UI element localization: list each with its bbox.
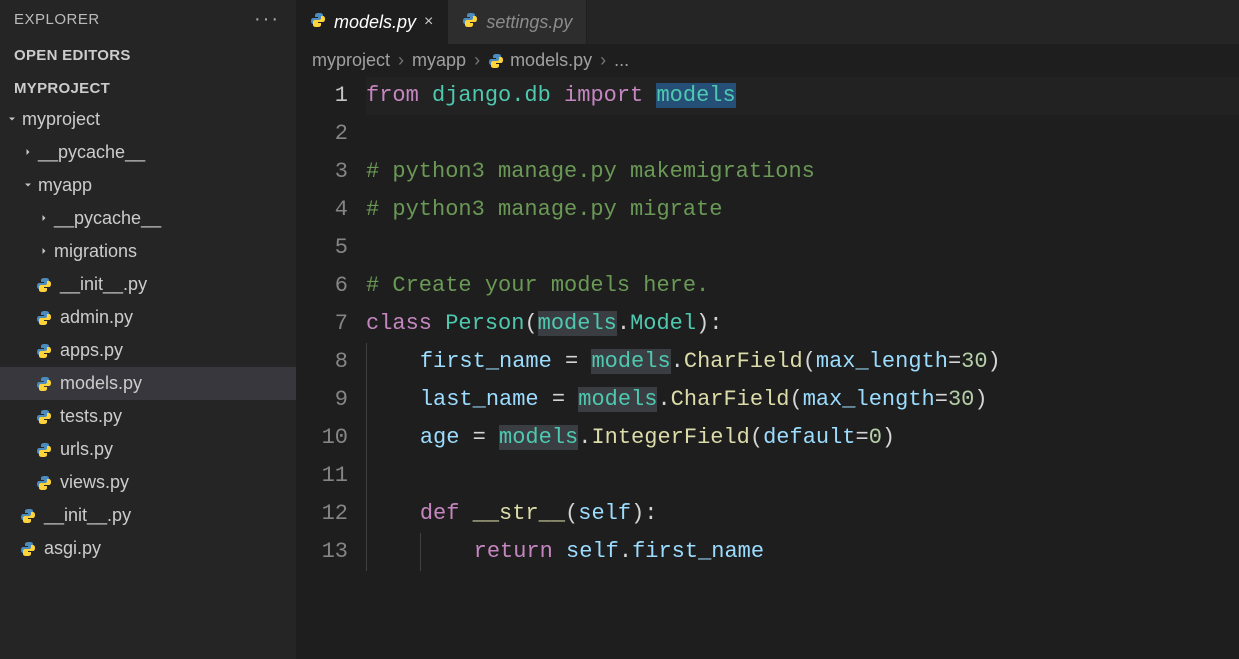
chevron-right-icon xyxy=(34,244,54,260)
explorer-title: EXPLORER xyxy=(14,11,100,28)
code-line xyxy=(366,229,1239,267)
line-number: 2 xyxy=(296,115,348,153)
breadcrumb-item[interactable]: myproject xyxy=(312,50,390,71)
more-actions-icon[interactable]: ··· xyxy=(254,8,280,31)
folder-pycache[interactable]: __pycache__ xyxy=(0,136,296,169)
python-file-icon xyxy=(488,53,504,69)
file-label: apps.py xyxy=(60,340,123,361)
line-number: 5 xyxy=(296,229,348,267)
breadcrumb[interactable]: myproject › myapp › models.py › ... xyxy=(296,44,1239,77)
line-number: 13 xyxy=(296,533,348,571)
tab-settings-py[interactable]: settings.py xyxy=(448,0,587,44)
file-label: __init__.py xyxy=(44,505,131,526)
file-tests-py[interactable]: tests.py xyxy=(0,400,296,433)
file-root-init-py[interactable]: __init__.py xyxy=(0,499,296,532)
code-line: # python3 manage.py makemigrations xyxy=(366,153,1239,191)
line-number: 7 xyxy=(296,305,348,343)
file-tree: myproject __pycache__ myapp __pycache__ xyxy=(0,103,296,565)
line-number: 9 xyxy=(296,381,348,419)
file-label: tests.py xyxy=(60,406,122,427)
file-label: models.py xyxy=(60,373,142,394)
python-file-icon xyxy=(18,508,38,524)
python-file-icon xyxy=(18,541,38,557)
chevron-down-icon xyxy=(18,178,38,194)
line-number: 12 xyxy=(296,495,348,533)
file-apps-py[interactable]: apps.py xyxy=(0,334,296,367)
editor-area: models.py × settings.py myproject › myap… xyxy=(296,0,1239,659)
code-line: first_name = models.CharField(max_length… xyxy=(366,343,1239,381)
file-label: asgi.py xyxy=(44,538,101,559)
breadcrumb-item[interactable]: models.py xyxy=(488,50,592,71)
python-file-icon xyxy=(34,376,54,392)
code-editor[interactable]: 1 2 3 4 5 6 7 8 9 10 11 12 13 from djang… xyxy=(296,77,1239,571)
python-file-icon xyxy=(310,12,326,33)
file-urls-py[interactable]: urls.py xyxy=(0,433,296,466)
folder-pycache-2[interactable]: __pycache__ xyxy=(0,202,296,235)
breadcrumb-label: myapp xyxy=(412,50,466,71)
line-number: 3 xyxy=(296,153,348,191)
folder-myapp[interactable]: myapp xyxy=(0,169,296,202)
file-models-py[interactable]: models.py xyxy=(0,367,296,400)
line-number: 8 xyxy=(296,343,348,381)
tab-bar: models.py × settings.py xyxy=(296,0,1239,44)
line-number: 4 xyxy=(296,191,348,229)
chevron-right-icon xyxy=(18,145,38,161)
line-number: 10 xyxy=(296,419,348,457)
tab-label: models.py xyxy=(334,12,416,33)
code-line: last_name = models.CharField(max_length=… xyxy=(366,381,1239,419)
file-admin-py[interactable]: admin.py xyxy=(0,301,296,334)
python-file-icon xyxy=(34,310,54,326)
python-file-icon xyxy=(34,475,54,491)
file-views-py[interactable]: views.py xyxy=(0,466,296,499)
file-init-py[interactable]: __init__.py xyxy=(0,268,296,301)
breadcrumb-ellipsis[interactable]: ... xyxy=(614,50,629,71)
chevron-right-icon: › xyxy=(474,50,480,71)
breadcrumb-label: models.py xyxy=(510,50,592,71)
python-file-icon xyxy=(34,442,54,458)
folder-migrations[interactable]: migrations xyxy=(0,235,296,268)
code-line: class Person(models.Model): xyxy=(366,305,1239,343)
python-file-icon xyxy=(34,277,54,293)
code-line: return self.first_name xyxy=(366,533,1239,571)
code-line: # python3 manage.py migrate xyxy=(366,191,1239,229)
explorer-sidebar: EXPLORER ··· OPEN EDITORS MYPROJECT mypr… xyxy=(0,0,296,659)
chevron-down-icon xyxy=(2,112,22,128)
file-asgi-py[interactable]: asgi.py xyxy=(0,532,296,565)
tab-label: settings.py xyxy=(486,12,572,33)
code-content[interactable]: from django.db import models # python3 m… xyxy=(366,77,1239,571)
chevron-right-icon: › xyxy=(398,50,404,71)
chevron-right-icon xyxy=(34,211,54,227)
code-line: def __str__(self): xyxy=(366,495,1239,533)
file-label: admin.py xyxy=(60,307,133,328)
code-line xyxy=(366,115,1239,153)
open-editors-section[interactable]: OPEN EDITORS xyxy=(0,37,296,70)
folder-label: __pycache__ xyxy=(54,208,161,229)
folder-label: migrations xyxy=(54,241,137,262)
python-file-icon xyxy=(34,343,54,359)
chevron-right-icon: › xyxy=(600,50,606,71)
folder-label: myapp xyxy=(38,175,92,196)
tab-models-py[interactable]: models.py × xyxy=(296,0,448,44)
line-number-gutter: 1 2 3 4 5 6 7 8 9 10 11 12 13 xyxy=(296,77,366,571)
breadcrumb-label: myproject xyxy=(312,50,390,71)
folder-label: myproject xyxy=(22,109,100,130)
breadcrumb-item[interactable]: myapp xyxy=(412,50,466,71)
line-number: 6 xyxy=(296,267,348,305)
folder-myproject[interactable]: myproject xyxy=(0,103,296,136)
file-label: __init__.py xyxy=(60,274,147,295)
explorer-header: EXPLORER ··· xyxy=(0,0,296,37)
code-line: from django.db import models xyxy=(366,77,1239,115)
project-section[interactable]: MYPROJECT xyxy=(0,70,296,103)
code-line: # Create your models here. xyxy=(366,267,1239,305)
line-number: 11 xyxy=(296,457,348,495)
code-line xyxy=(366,457,1239,495)
folder-label: __pycache__ xyxy=(38,142,145,163)
code-line: age = models.IntegerField(default=0) xyxy=(366,419,1239,457)
file-label: urls.py xyxy=(60,439,113,460)
python-file-icon xyxy=(34,409,54,425)
line-number: 1 xyxy=(296,77,348,115)
python-file-icon xyxy=(462,12,478,33)
file-label: views.py xyxy=(60,472,129,493)
close-icon[interactable]: × xyxy=(424,13,433,31)
